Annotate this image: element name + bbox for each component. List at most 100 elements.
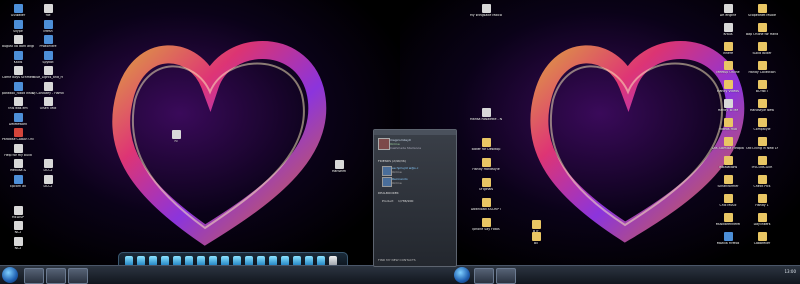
desktop-icon-label: Olsen Text [39, 107, 57, 110]
desktop-icon[interactable]: iMesh [32, 19, 64, 34]
desktop-icon-label: this was em [8, 107, 28, 110]
desktop-icon[interactable]: Handy Collection [746, 61, 778, 75]
desktop-icon[interactable]: DJ Condizey - Hamdup [32, 81, 64, 96]
desktop-icon[interactable]: Innere [712, 42, 744, 56]
desktop-icon[interactable]: Come Boys Schmetter [2, 66, 34, 80]
desktop-icon[interactable]: Daylinkers [746, 213, 778, 227]
desktop-icon[interactable]: paradox_robot Installer [2, 81, 34, 96]
desktop-icon[interactable]: Handstyle New [746, 99, 778, 113]
desktop-icon[interactable]: DR engine [712, 4, 744, 18]
desktop-icon[interactable]: Compstyle [746, 118, 778, 132]
desktop-icon[interactable]: Instalations [712, 156, 744, 170]
taskbar-explorer-button-right[interactable] [474, 268, 494, 284]
desktop-icon[interactable]: Schattformer [712, 175, 744, 189]
desktop-icon[interactable]: Videos Hub [712, 118, 744, 132]
desktop-icon[interactable]: IFSCONCGIIR [746, 156, 778, 170]
taskbar-right: 13:00 [400, 265, 800, 284]
file-icon [43, 66, 53, 75]
desktop-icon[interactable]: Bilder for Desktop [470, 138, 502, 152]
desktop-icon-label: Compstyle [753, 128, 771, 131]
desktop-icon[interactable]: Medusa & [2, 159, 34, 173]
folder-icon [481, 178, 491, 187]
taskbar-ie-button[interactable] [24, 268, 44, 284]
user-avatar[interactable] [378, 138, 390, 150]
desktop-icon-label: Scopedraft Muole [748, 14, 776, 17]
desktop-icon[interactable]: Cabbreller [746, 232, 778, 246]
desktop-icon[interactable]: Marisa Rosalette - New Age [470, 108, 502, 122]
desktop-icon[interactable]: Help for my build [2, 143, 34, 158]
desktop-icon[interactable]: file [32, 4, 64, 18]
desktop-icon[interactable]: Musikbrennerei [712, 213, 744, 227]
desktop-icon-label: Old Living in New Living [746, 147, 778, 150]
desktop-icon[interactable]: Spybot [32, 50, 64, 65]
start-button-right[interactable] [454, 267, 470, 283]
folder-icon [723, 61, 733, 70]
folder-icon [723, 213, 733, 222]
desktop-icon[interactable]: GSWaker [2, 4, 34, 18]
group-dealbooker[interactable]: DEALBOOKER [378, 191, 399, 195]
desktop-icon-label: Handy To Me [717, 109, 739, 112]
desktop-icon[interactable]: Mozilla Firefox [712, 232, 744, 246]
desktop-icon[interactable]: My Wingsalte Malcom Family 09 [470, 4, 502, 18]
desktop-icon[interactable]: Chill Music [712, 194, 744, 208]
desktop-icon-label: Skype [13, 29, 23, 33]
group-product-label[interactable]: Product [382, 199, 393, 203]
group-friends[interactable]: FRIENDS (2/96/36) [378, 159, 406, 163]
desktop-icon[interactable]: Hanselm [323, 160, 355, 174]
desktop-icon[interactable]: Skype [2, 19, 34, 34]
desktop-icon[interactable]: Olsen Text [32, 97, 64, 111]
desktop-icon-label: Handy Handstyle [472, 168, 500, 171]
desktop-icon-label: Handy Videos [717, 90, 739, 93]
desktop-icon[interactable]: Meetup Online [712, 61, 744, 75]
desktop-icon[interactable]: Download XSCRIPT [470, 198, 502, 212]
desktop-icon[interactable]: hi [160, 130, 192, 144]
desktop-icon[interactable]: Die-Tubmilia Hiraplanpcse [712, 137, 744, 151]
desktop-icon-label: hi [174, 140, 178, 143]
desktop-icon[interactable]: this was em [2, 97, 34, 111]
desktop-icon[interactable]: Handy 1 [746, 194, 778, 208]
desktop-icon[interactable]: Kadis [2, 50, 34, 65]
desktop-icon[interactable]: DCC2 [32, 174, 64, 189]
desktop-icon[interactable]: Old Living in New Living [746, 137, 778, 151]
taskbar-explorer-button[interactable] [46, 268, 66, 284]
user-message[interactable]: Cashmede Starlance [390, 146, 421, 150]
desktop-icon[interactable]: Bap Online for Handy [746, 23, 778, 37]
app-icon [43, 50, 53, 60]
desktop-icon[interactable]: august 08 dark angel [2, 35, 34, 49]
taskbar-media-button[interactable] [68, 268, 88, 284]
desktop-icon-label: Bil [534, 242, 538, 245]
desktop-icon[interactable]: MEDISP [2, 205, 34, 220]
desktop-icon[interactable]: Kraus [712, 23, 744, 37]
desktop-icon[interactable]: Check Pics [746, 175, 778, 189]
find-contacts-link[interactable]: FIND MY NEW CONTACTS [378, 258, 416, 262]
desktop-icon[interactable]: Blue_Lights_and_H [32, 66, 64, 80]
desktop-icon-label: Originals [478, 188, 494, 191]
desktop-icon[interactable]: PhotoFiltre [32, 35, 64, 49]
folder-icon [481, 218, 491, 227]
folder-icon [757, 137, 767, 146]
desktop-icon-label: Handy 1 [755, 204, 769, 207]
desktop-icon[interactable]: BCYNET [746, 80, 778, 94]
desktop-icon[interactable]: Handy To Me [712, 99, 744, 113]
desktop-icon[interactable]: Bil [520, 232, 552, 246]
contact-item[interactable]: ee hjmsjnt w@s.c Online [382, 166, 454, 176]
contact-item[interactable]: Recinando Online [382, 177, 454, 187]
desktop-icon[interactable]: NC2 [2, 236, 34, 251]
desktop-icon[interactable]: Handy Videos [712, 80, 744, 94]
desktop-icon-label: Blue_Lights_and_H [33, 76, 63, 79]
taskbar-media-button-right[interactable] [496, 268, 516, 284]
desktop-icon[interactable]: Paradise CABAh Online [2, 128, 34, 142]
start-button[interactable] [2, 267, 18, 283]
desktop-icon[interactable]: Originals [470, 178, 502, 192]
desktop-icon[interactable]: Deletework [2, 112, 34, 127]
desktop-icon[interactable]: Iphone Say Fotos [470, 218, 502, 232]
desktop-icon[interactable]: DCC2 [32, 159, 64, 173]
desktop-icon-label: Hanselm [332, 170, 346, 173]
messenger-titlebar[interactable] [374, 130, 456, 135]
messenger-window[interactable]: magicsmiley0 Online Cashmede Starlance F… [373, 129, 457, 267]
desktop-icon[interactable]: Sucid Bilder [746, 42, 778, 56]
desktop-icon[interactable]: NC2 [2, 221, 34, 235]
desktop-icon[interactable]: Handy Handstyle [470, 158, 502, 172]
desktop-icon[interactable]: Scopedraft Muole [746, 4, 778, 18]
desktop-icon[interactable]: Epcorn all [2, 174, 34, 189]
